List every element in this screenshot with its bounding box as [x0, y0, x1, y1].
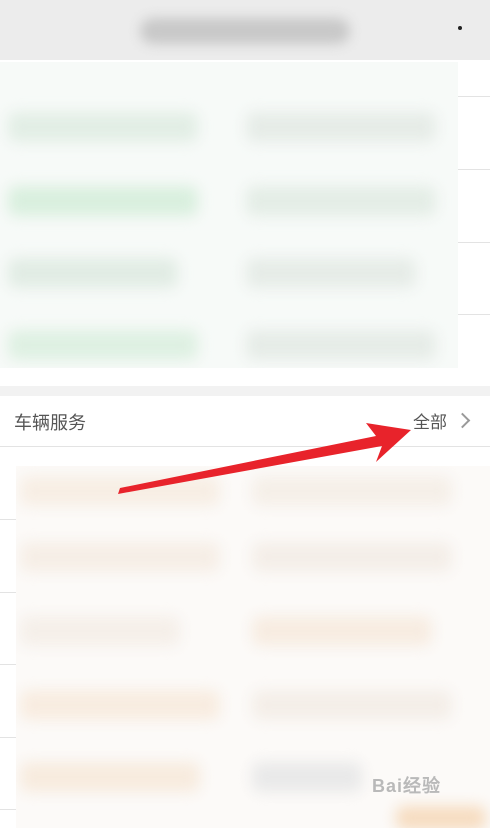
arrow-shape	[118, 423, 411, 494]
watermark-text: Bai经验	[372, 776, 442, 796]
arrow-annotation-icon	[118, 423, 411, 494]
baidu-paw-icon: Bai经验	[372, 772, 441, 798]
